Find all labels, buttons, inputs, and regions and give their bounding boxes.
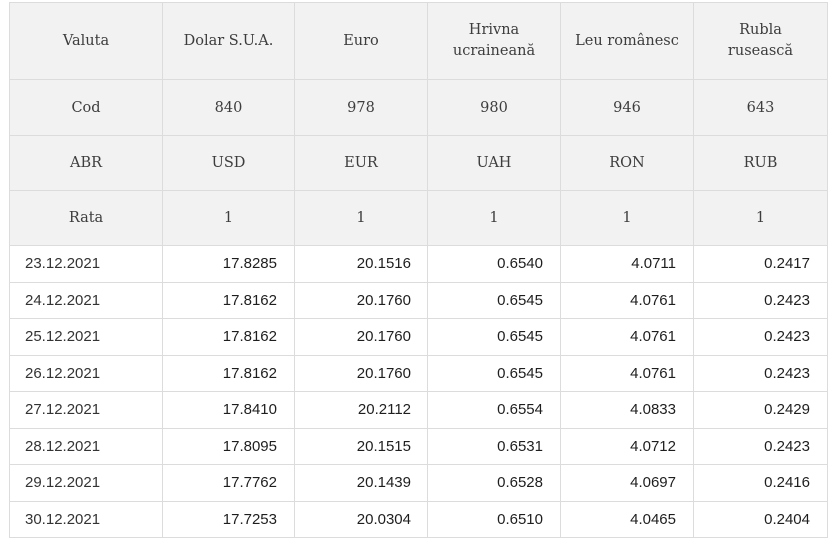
uah-value: 0.6554 [427,391,561,429]
table-row: 25.12.2021 17.8162 20.1760 0.6545 4.0761… [9,318,828,356]
eur-value: 20.1760 [294,281,428,319]
usd-value: 17.8162 [162,318,295,356]
ron-value: 4.0711 [560,245,694,283]
date-cell: 27.12.2021 [9,391,163,429]
currency-name-eur: Euro [294,2,428,80]
currency-code-uah: 980 [427,79,561,136]
header-row-abbr: ABR USD EUR UAH RON RUB [9,135,828,191]
header-row-currency: Valuta Dolar S.U.A. Euro Hrivna ucrainea… [9,2,828,80]
rub-value: 0.2423 [693,318,828,356]
table-row: 26.12.2021 17.8162 20.1760 0.6545 4.0761… [9,354,828,392]
eur-value: 20.0304 [294,500,428,538]
currency-code-ron: 946 [560,79,694,136]
rub-value: 0.2423 [693,281,828,319]
rub-value: 0.2429 [693,391,828,429]
eur-value: 20.2112 [294,391,428,429]
eur-value: 20.1439 [294,464,428,502]
uah-value: 0.6510 [427,500,561,538]
eur-value: 20.1515 [294,427,428,465]
currency-abbr-ron: RON [560,135,694,191]
currency-abbr-rub: RUB [693,135,828,191]
row-label-currency: Valuta [9,2,163,80]
uah-value: 0.6545 [427,354,561,392]
currency-abbr-eur: EUR [294,135,428,191]
header-row-code: Cod 840 978 980 946 643 [9,79,828,136]
currency-code-eur: 978 [294,79,428,136]
row-label-code: Cod [9,79,163,136]
eur-value: 20.1760 [294,354,428,392]
usd-value: 17.7762 [162,464,295,502]
usd-value: 17.8285 [162,245,295,283]
usd-value: 17.8095 [162,427,295,465]
ron-value: 4.0761 [560,318,694,356]
currency-rate-usd: 1 [162,190,295,246]
row-label-abbr: ABR [9,135,163,191]
date-cell: 24.12.2021 [9,281,163,319]
ron-value: 4.0761 [560,354,694,392]
usd-value: 17.8410 [162,391,295,429]
rub-value: 0.2416 [693,464,828,502]
table-row: 28.12.2021 17.8095 20.1515 0.6531 4.0712… [9,427,828,465]
usd-value: 17.8162 [162,354,295,392]
date-cell: 29.12.2021 [9,464,163,502]
currency-rate-uah: 1 [427,190,561,246]
currency-rate-ron: 1 [560,190,694,246]
currency-rate-eur: 1 [294,190,428,246]
currency-abbr-usd: USD [162,135,295,191]
eur-value: 20.1760 [294,318,428,356]
usd-value: 17.7253 [162,500,295,538]
currency-name-rub: Rubla rusească [693,2,828,80]
uah-value: 0.6528 [427,464,561,502]
uah-value: 0.6545 [427,281,561,319]
usd-value: 17.8162 [162,281,295,319]
ron-value: 4.0712 [560,427,694,465]
eur-value: 20.1516 [294,245,428,283]
row-label-rate: Rata [9,190,163,246]
table-row: 30.12.2021 17.7253 20.0304 0.6510 4.0465… [9,500,828,538]
table-row: 29.12.2021 17.7762 20.1439 0.6528 4.0697… [9,464,828,502]
rub-value: 0.2423 [693,427,828,465]
exchange-rates-table: Valuta Dolar S.U.A. Euro Hrivna ucrainea… [9,2,828,538]
table-row: 24.12.2021 17.8162 20.1760 0.6545 4.0761… [9,281,828,319]
currency-abbr-uah: UAH [427,135,561,191]
ron-value: 4.0761 [560,281,694,319]
date-cell: 30.12.2021 [9,500,163,538]
currency-code-rub: 643 [693,79,828,136]
currency-rate-rub: 1 [693,190,828,246]
date-cell: 28.12.2021 [9,427,163,465]
rub-value: 0.2404 [693,500,828,538]
currency-code-usd: 840 [162,79,295,136]
uah-value: 0.6540 [427,245,561,283]
header-row-rate: Rata 1 1 1 1 1 [9,190,828,246]
uah-value: 0.6531 [427,427,561,465]
ron-value: 4.0465 [560,500,694,538]
currency-name-usd: Dolar S.U.A. [162,2,295,80]
currency-name-ron: Leu românesc [560,2,694,80]
rub-value: 0.2423 [693,354,828,392]
rub-value: 0.2417 [693,245,828,283]
date-cell: 26.12.2021 [9,354,163,392]
date-cell: 23.12.2021 [9,245,163,283]
table-row: 23.12.2021 17.8285 20.1516 0.6540 4.0711… [9,245,828,283]
currency-name-uah: Hrivna ucraineană [427,2,561,80]
date-cell: 25.12.2021 [9,318,163,356]
table-row: 27.12.2021 17.8410 20.2112 0.6554 4.0833… [9,391,828,429]
ron-value: 4.0697 [560,464,694,502]
uah-value: 0.6545 [427,318,561,356]
ron-value: 4.0833 [560,391,694,429]
